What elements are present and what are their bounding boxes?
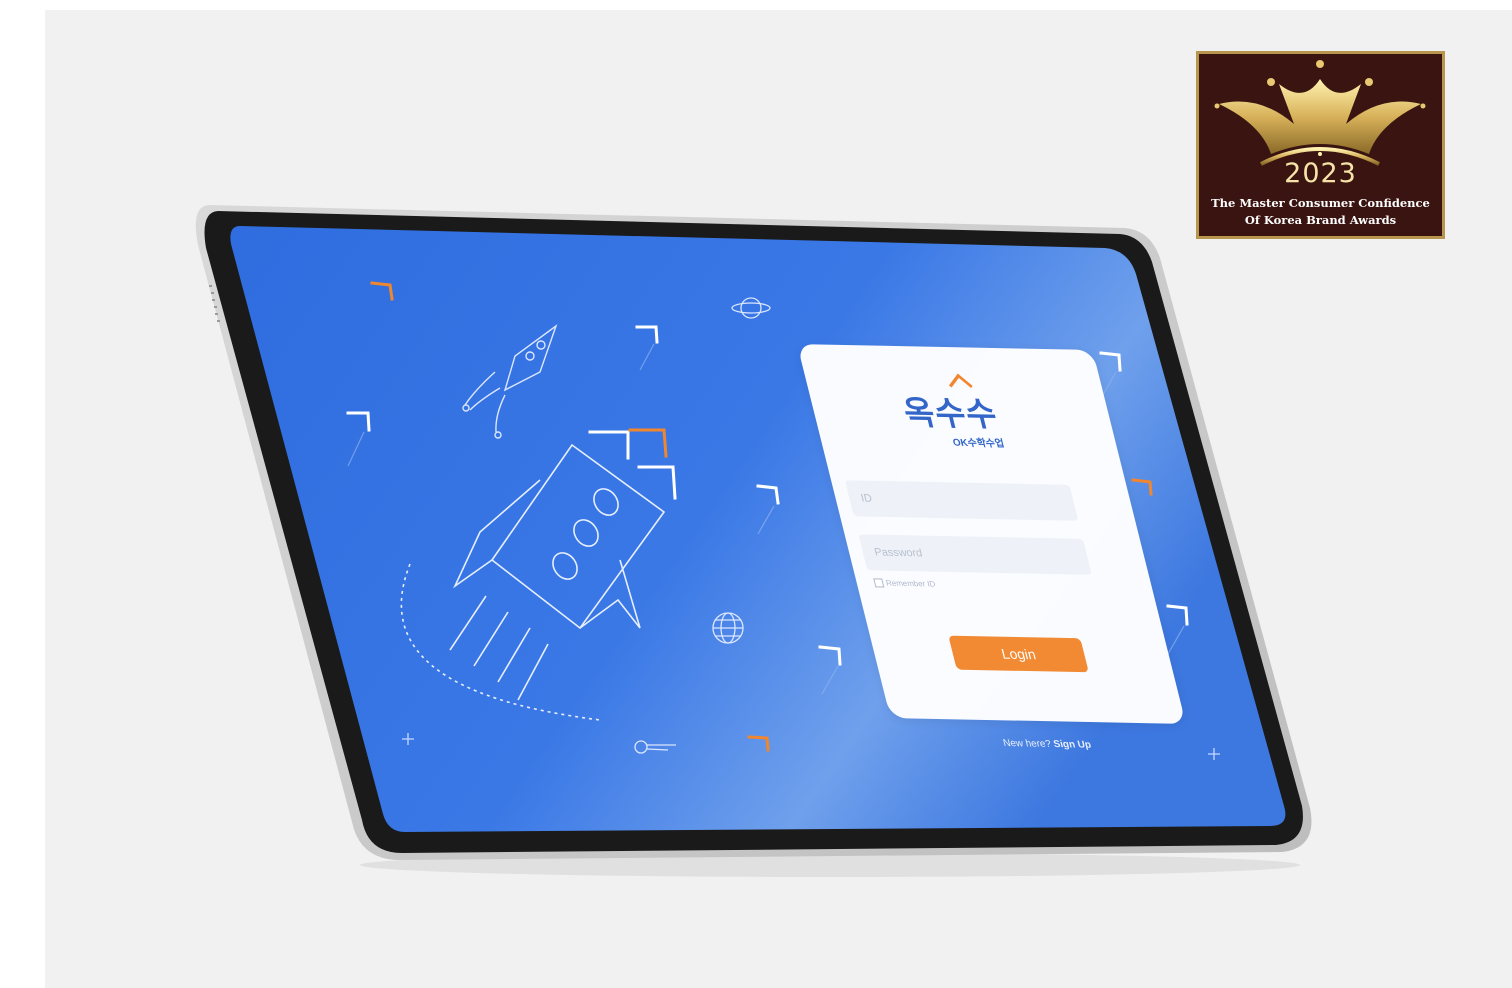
remember-id-checkbox[interactable]: Remember ID — [873, 578, 937, 589]
award-title-line1: The Master Consumer Confidence — [1211, 196, 1430, 210]
award-title-line2: Of Korea Brand Awards — [1244, 213, 1397, 227]
id-input[interactable] — [844, 480, 1079, 521]
login-button[interactable]: Login — [948, 635, 1089, 673]
brand-logo: 옥수수 — [899, 392, 1002, 434]
award-year: 2023 — [1284, 158, 1357, 189]
award-badge: 2023 The Master Consumer Confidence Of K… — [1196, 51, 1445, 239]
remember-id-label: Remember ID — [885, 578, 937, 589]
checkbox-box[interactable] — [873, 578, 885, 588]
password-input[interactable] — [858, 534, 1092, 575]
brand-subtitle: OK수학수업 — [951, 437, 1006, 450]
